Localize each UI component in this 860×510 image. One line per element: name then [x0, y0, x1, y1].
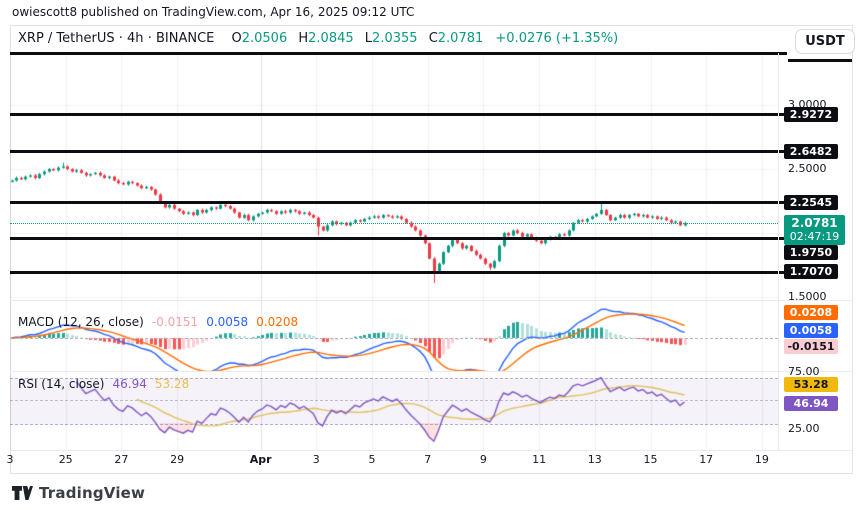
macd-histogram-label: -0.0151	[784, 339, 838, 354]
level-line-2.9272[interactable]	[10, 113, 787, 116]
price-tick-1.5000: 1.5000	[788, 290, 827, 303]
level-label-1.9750: 1.9750	[784, 245, 838, 260]
level-label-2.6482: 2.6482	[784, 144, 838, 159]
time-tick-17: 17	[699, 453, 713, 466]
time-tick-13: 13	[588, 453, 602, 466]
level-line-1.7070[interactable]	[10, 271, 787, 274]
time-axis-separator	[10, 450, 852, 451]
rsi-title-text: RSI (14, close)	[18, 377, 104, 391]
time-tick-5: 5	[369, 453, 376, 466]
close-value: 2.0781	[438, 31, 484, 46]
rsi-panel-separator[interactable]	[10, 371, 852, 372]
tradingview-logo[interactable]: TradingView	[12, 484, 145, 502]
level-label-2.9272: 2.9272	[784, 107, 838, 122]
tradingview-logo-text: TradingView	[39, 484, 145, 502]
time-tick-25: 25	[59, 453, 73, 466]
level-label-2.2545: 2.2545	[784, 195, 838, 210]
time-tick-9: 9	[480, 453, 487, 466]
change-value: +0.0276 (+1.35%)	[495, 31, 618, 46]
close-letter: C	[429, 31, 438, 46]
time-tick-15: 15	[644, 453, 658, 466]
level-line-2.2545[interactable]	[10, 201, 787, 204]
symbol-name[interactable]: XRP / TetherUS · 4h · BINANCE	[18, 31, 214, 46]
macd-histogram-value: -0.0151	[152, 315, 198, 329]
rsi-legend[interactable]: RSI (14, close) 46.94 53.28	[18, 377, 189, 391]
open-value: 2.0506	[242, 31, 288, 46]
time-tick-Apr: Apr	[250, 453, 272, 466]
last-price-value: 2.0781	[791, 216, 837, 230]
time-tick-29: 29	[170, 453, 184, 466]
macd-legend[interactable]: MACD (12, 26, close) -0.0151 0.0058 0.0208	[18, 315, 298, 329]
rsi-tick-25: 25.00	[788, 422, 820, 435]
rsi-ma-label: 53.28	[784, 377, 838, 392]
last-price-label: 2.0781 02:47:19	[784, 215, 845, 245]
time-tick-3: 3	[7, 453, 14, 466]
rsi-ma-value: 53.28	[155, 377, 189, 391]
level-line-1.9750[interactable]	[10, 237, 787, 240]
macd-title-text: MACD (12, 26, close)	[18, 315, 144, 329]
rsi-line-value: 46.94	[112, 377, 146, 391]
high-value: 2.0845	[308, 31, 354, 46]
time-tick-11: 11	[532, 453, 546, 466]
attribution-text: owiescott8 published on TradingView.com,…	[12, 5, 414, 19]
macd-line-label: 0.0058	[784, 323, 838, 338]
time-tick-27: 27	[114, 453, 128, 466]
macd-signal-value: 0.0208	[256, 315, 298, 329]
last-price-dotted-line	[10, 223, 778, 224]
macd-panel-separator[interactable]	[10, 300, 852, 301]
tradingview-published-chart: { "attribution": "owiescott8 published o…	[0, 0, 860, 510]
tradingview-logo-icon	[12, 486, 33, 501]
rsi-line-label: 46.94	[784, 396, 838, 411]
price-tick-2.5000: 2.5000	[788, 162, 827, 175]
time-tick-19: 19	[755, 453, 769, 466]
low-value: 2.0355	[372, 31, 418, 46]
level-line-top[interactable]	[10, 52, 787, 55]
level-line-top-scale-segment	[788, 59, 852, 62]
macd-line-value: 0.0058	[206, 315, 248, 329]
high-letter: H	[298, 31, 308, 46]
interval-label: 4h	[127, 31, 144, 46]
macd-zero-dashed-line	[10, 338, 778, 339]
low-letter: L	[365, 31, 372, 46]
bar-countdown: 02:47:19	[790, 230, 839, 244]
price-scale-separator	[778, 53, 779, 450]
level-label-1.7070: 1.7070	[784, 264, 838, 279]
time-tick-7: 7	[424, 453, 431, 466]
macd-signal-label: 0.0208	[784, 305, 838, 320]
level-line-2.6482[interactable]	[10, 150, 787, 153]
currency-button[interactable]: USDT	[795, 29, 855, 54]
open-letter: O	[232, 31, 242, 46]
exchange-label: BINANCE	[156, 31, 214, 46]
symbol-header[interactable]: XRP / TetherUS · 4h · BINANCE O2.0506 H2…	[18, 31, 618, 46]
time-tick-3: 3	[313, 453, 320, 466]
